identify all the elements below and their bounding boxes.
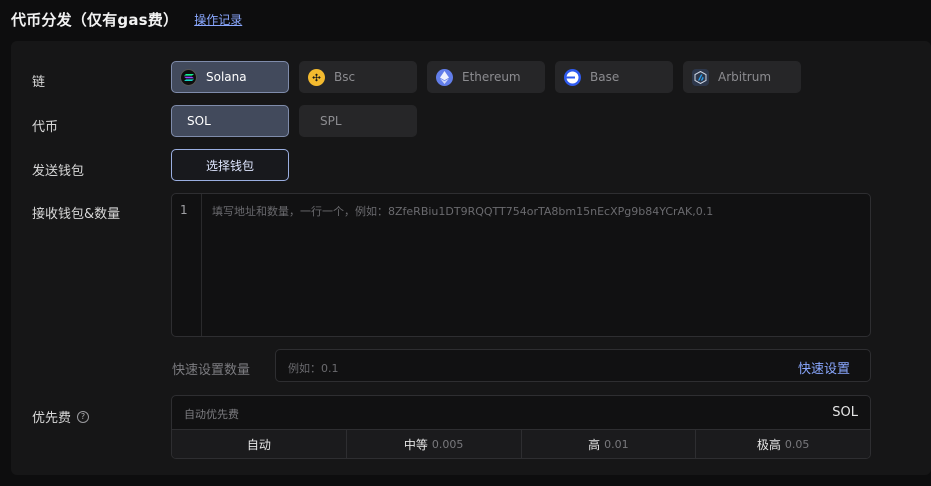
token-label-sol: SOL [187, 114, 211, 128]
chain-arbitrum[interactable]: Arbitrum [683, 61, 801, 93]
priority-fee-input[interactable]: 自动优先费 [184, 406, 239, 422]
token-label-spl: SPL [320, 114, 342, 128]
bnb-icon [308, 68, 325, 86]
fee-option-value: 0.05 [784, 437, 810, 451]
quick-set-input[interactable]: 例如：0.1 [288, 360, 339, 376]
priority-fee-options: 自动 中等 0.005 高 0.01 极高 0.05 [172, 429, 870, 458]
fee-option-value: 0.005 [431, 437, 464, 451]
receive-editor[interactable]: 1 填写地址和数量，一行一个，例如：8ZfeRBiu1DT9RQQTT754or… [171, 193, 871, 337]
chain-label-solana: Solana [206, 70, 247, 84]
priority-fee-unit: SOL [832, 405, 858, 420]
chain-bsc[interactable]: Bsc [299, 61, 417, 93]
fee-option-label: 自动 [246, 437, 271, 452]
priority-fee-label-row: 优先费 ? [32, 407, 90, 426]
token-label: 代币 [32, 120, 59, 135]
priority-fee-label: 优先费 [32, 411, 72, 426]
select-wallet-button[interactable]: 选择钱包 [171, 149, 289, 181]
distribution-panel: 链 代币 发送钱包 接收钱包&数量 Solana Bsc Ethereum Ba… [11, 41, 931, 475]
ethereum-icon [436, 68, 453, 86]
fee-option-label: 中等 [403, 437, 428, 452]
chain-base[interactable]: Base [555, 61, 673, 93]
solana-icon [180, 68, 197, 86]
operation-log-link[interactable]: 操作记录 [194, 11, 242, 28]
fee-option-high[interactable]: 高 0.01 [522, 430, 697, 458]
receive-wallet-label: 接收钱包&数量 [32, 207, 121, 222]
fee-option-medium[interactable]: 中等 0.005 [347, 430, 522, 458]
quick-set-field: 例如：0.1 快速设置 [275, 349, 871, 382]
send-wallet-label: 发送钱包 [32, 164, 85, 179]
fee-option-value: 0.01 [604, 437, 629, 451]
help-icon[interactable]: ? [77, 410, 90, 423]
page-title: 代币分发（仅有gas费） [11, 10, 179, 29]
fee-option-label: 极高 [756, 437, 781, 452]
chain-ethereum[interactable]: Ethereum [427, 61, 545, 93]
base-icon [564, 68, 581, 86]
fee-option-very-high[interactable]: 极高 0.05 [696, 430, 870, 458]
priority-fee-box: 自动优先费 SOL 自动 中等 0.005 高 0.01 极高 0.05 [171, 395, 871, 459]
fee-option-auto[interactable]: 自动 [172, 430, 347, 458]
chain-label-bsc: Bsc [334, 70, 356, 84]
fee-option-label: 高 [588, 437, 601, 452]
arbitrum-icon [692, 68, 709, 86]
receive-textarea[interactable]: 填写地址和数量，一行一个，例如：8ZfeRBiu1DT9RQQTT754orTA… [212, 203, 860, 219]
quick-set-button[interactable]: 快速设置 [798, 358, 850, 377]
chain-label-base: Base [590, 70, 620, 84]
token-spl[interactable]: SPL [299, 105, 417, 137]
quick-set-label: 快速设置数量 [172, 363, 251, 378]
priority-fee-field: 自动优先费 SOL [172, 396, 870, 429]
line-number-gutter: 1 [172, 194, 202, 336]
chain-label: 链 [32, 75, 46, 90]
line-number: 1 [180, 203, 188, 217]
chain-solana[interactable]: Solana [171, 61, 289, 93]
header: 代币分发（仅有gas费） 操作记录 [11, 8, 242, 30]
token-sol[interactable]: SOL [171, 105, 289, 137]
chain-label-arbitrum: Arbitrum [718, 70, 772, 84]
chain-label-ethereum: Ethereum [462, 70, 521, 84]
